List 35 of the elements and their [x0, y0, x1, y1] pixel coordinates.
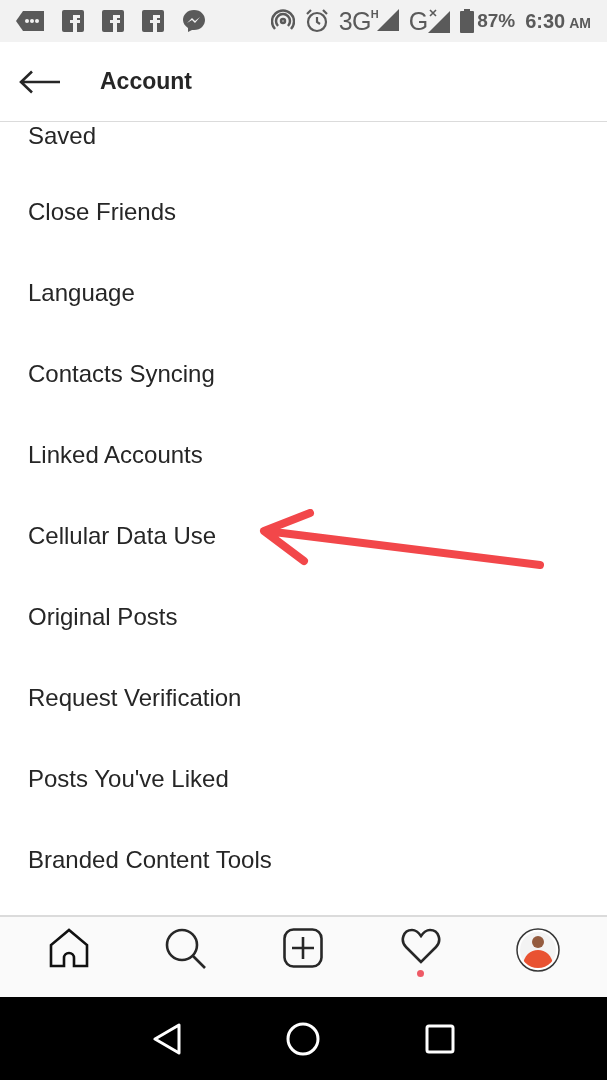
- settings-item[interactable]: Cellular Data Use: [28, 521, 217, 550]
- battery-icon: [460, 9, 475, 33]
- home-icon: [48, 928, 89, 968]
- clock-ampm: AM: [569, 14, 591, 33]
- network-type: 3G: [338, 8, 371, 34]
- settings-item[interactable]: Posts You've Liked: [28, 764, 229, 793]
- messenger-icon: [182, 9, 206, 33]
- network-type: G: [408, 8, 429, 34]
- search-icon: [165, 928, 208, 970]
- settings-item[interactable]: Request Verification: [28, 683, 242, 712]
- settings-item[interactable]: Language: [28, 278, 135, 307]
- facebook-icon: [102, 10, 124, 32]
- no-signal-icon: [428, 8, 451, 33]
- add-icon: [283, 928, 324, 968]
- back-icon[interactable]: [152, 1022, 181, 1055]
- heart-icon: [400, 928, 441, 964]
- settings-item[interactable]: Original Posts: [28, 602, 178, 631]
- recents-icon[interactable]: [424, 1023, 455, 1054]
- notification-icon: [16, 10, 44, 32]
- home-button-icon[interactable]: [285, 1021, 320, 1056]
- signal-icon: [376, 8, 399, 31]
- facebook-icon: [142, 10, 164, 32]
- settings-item[interactable]: Branded Content Tools: [28, 845, 272, 874]
- battery-percentage: 87%: [477, 8, 516, 33]
- settings-item[interactable]: Close Friends: [28, 197, 177, 226]
- alarm-icon: [304, 9, 329, 33]
- page-title: Account: [100, 67, 192, 97]
- settings-item[interactable]: Linked Accounts: [28, 440, 203, 469]
- facebook-icon: [62, 10, 84, 32]
- settings-item[interactable]: Contacts Syncing: [28, 359, 215, 388]
- clock-time: 6:30: [525, 9, 566, 34]
- network-subtype: H: [370, 8, 379, 20]
- settings-item[interactable]: Saved: [28, 122, 97, 150]
- back-arrow-icon: [19, 69, 61, 94]
- profile-avatar: [516, 928, 561, 972]
